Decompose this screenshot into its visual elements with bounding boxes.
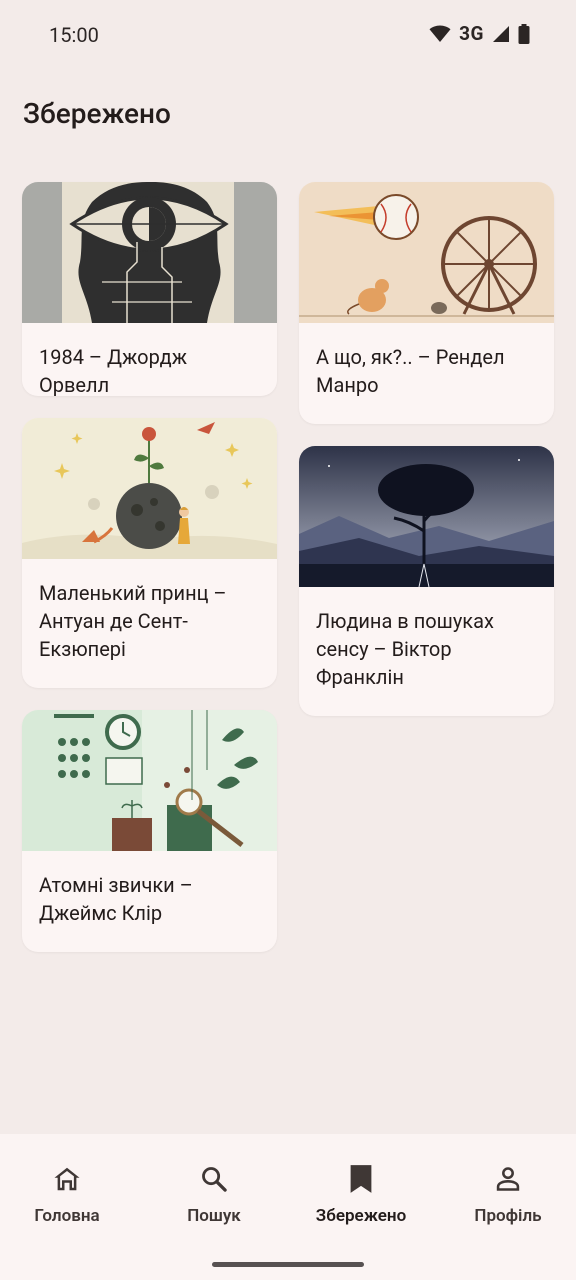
nav-label: Головна (34, 1206, 100, 1226)
status-bar: 15:00 3G (0, 0, 576, 72)
book-cover-image (22, 418, 277, 559)
nav-item-profile[interactable]: Профіль (448, 1162, 568, 1226)
book-card[interactable]: Атомні звички – Джеймс Клір (22, 710, 277, 952)
nav-item-home[interactable]: Головна (7, 1162, 127, 1226)
book-title: А що, як?.. – Рендел Манро (316, 345, 505, 397)
book-card[interactable]: Людина в пошуках сенсу – Віктор Франклін (299, 446, 554, 716)
bottom-navigation: Головна Пошук Збережено Профіль (0, 1134, 576, 1280)
status-time: 15:00 (49, 23, 99, 47)
gesture-handle[interactable] (212, 1262, 364, 1267)
bookmark-icon (350, 1165, 372, 1193)
book-cover-image (22, 710, 277, 851)
book-card[interactable]: 1984 – Джордж Орвелл (22, 182, 277, 396)
book-title: Атомні звички – Джеймс Клір (39, 873, 193, 925)
network-label: 3G (459, 22, 484, 45)
wifi-icon (429, 25, 451, 42)
book-cover-image (299, 182, 554, 323)
nav-label: Пошук (187, 1206, 241, 1226)
book-card[interactable]: Маленький принц – Антуан де Сент-Екзюпер… (22, 418, 277, 688)
book-title: Людина в пошуках сенсу – Віктор Франклін (316, 609, 494, 689)
nav-label: Профіль (474, 1206, 542, 1226)
signal-icon (493, 25, 509, 42)
nav-item-saved[interactable]: Збережено (301, 1162, 421, 1226)
status-icons: 3G (429, 22, 530, 45)
nav-label: Збережено (315, 1206, 407, 1226)
book-cover-image (22, 182, 277, 323)
home-icon (54, 1167, 80, 1191)
book-title: 1984 – Джордж Орвелл (39, 345, 188, 396)
nav-item-search[interactable]: Пошук (154, 1162, 274, 1226)
search-icon (202, 1167, 227, 1192)
book-title: Маленький принц – Антуан де Сент-Екзюпер… (39, 581, 227, 661)
page-title: Збережено (23, 97, 171, 130)
battery-icon (518, 23, 530, 44)
person-icon (496, 1167, 520, 1191)
book-card[interactable]: А що, як?.. – Рендел Манро (299, 182, 554, 424)
book-cover-image (299, 446, 554, 587)
